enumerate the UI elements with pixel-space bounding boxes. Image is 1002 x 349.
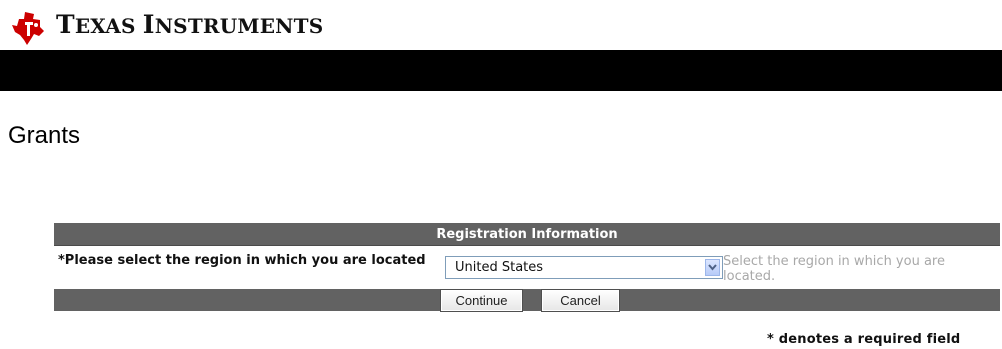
brand-letter-i: I xyxy=(142,10,155,39)
region-field-row: *Please select the region in which you a… xyxy=(54,246,1000,289)
site-header: TEXAS INSTRUMENTS xyxy=(0,0,1002,50)
navigation-bar xyxy=(0,50,1002,91)
continue-button[interactable]: Continue xyxy=(440,289,523,312)
form-actions-bar: Continue Cancel xyxy=(54,289,1000,312)
region-select-value: United States xyxy=(455,260,544,275)
required-field-note: * denotes a required field xyxy=(767,332,961,347)
page-title: Grants xyxy=(8,122,81,149)
registration-form-header: Registration Information xyxy=(54,223,1000,246)
cancel-button[interactable]: Cancel xyxy=(541,289,620,312)
texas-instruments-logo-icon[interactable] xyxy=(9,10,47,46)
brand-letter-t: T xyxy=(56,10,75,39)
registration-form: Registration Information *Please select … xyxy=(54,223,1000,312)
brand-word-nstruments: NSTRUMENTS xyxy=(154,14,324,38)
region-label: *Please select the region in which you a… xyxy=(58,253,426,268)
region-select[interactable]: United States xyxy=(445,256,723,279)
brand-word-exas: EXAS xyxy=(74,14,143,38)
chevron-down-icon[interactable] xyxy=(705,259,720,276)
region-help-text: Select the region in which you are locat… xyxy=(723,254,945,284)
brand-wordmark: TEXAS INSTRUMENTS xyxy=(56,10,323,39)
